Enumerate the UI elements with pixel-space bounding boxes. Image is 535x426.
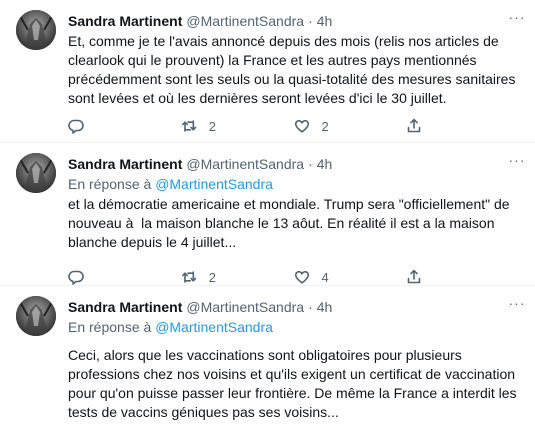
like-button[interactable]: 4: [294, 269, 407, 285]
tweet[interactable]: ··· Sandra Martinent @MartinentSandra · …: [0, 143, 535, 286]
reply-to-mention-link[interactable]: @MartinentSandra: [155, 319, 273, 335]
tweet-header: Sandra Martinent @MartinentSandra · 4h: [68, 12, 519, 30]
reply-to-label: En réponse à: [68, 176, 152, 192]
tweet-text: Et, comme je te l'avais annoncé depuis d…: [68, 33, 520, 106]
tweet-header: Sandra Martinent @MartinentSandra · 4h: [68, 298, 519, 316]
share-button[interactable]: [406, 118, 519, 134]
avatar-image: [16, 296, 56, 336]
tweet-text: et la démocratie americaine et mondiale.…: [68, 196, 514, 250]
share-icon: [407, 269, 421, 284]
tweet-header: Sandra Martinent @MartinentSandra · 4h: [68, 155, 519, 173]
avatar[interactable]: [16, 296, 56, 336]
tweet-body: Sandra Martinent @MartinentSandra · 4h E…: [68, 155, 519, 285]
separator-dot: ·: [308, 299, 313, 315]
author-handle[interactable]: @MartinentSandra: [186, 298, 304, 316]
tweet-actions: 2 4: [68, 267, 519, 287]
retweet-button[interactable]: 2: [181, 118, 294, 134]
like-count: 4: [321, 269, 329, 285]
retweet-count: 2: [208, 118, 216, 134]
reply-to-label: En réponse à: [68, 319, 152, 335]
heart-icon: [294, 270, 309, 284]
tweet-body: Sandra Martinent @MartinentSandra · 4h E…: [68, 12, 520, 134]
retweet-icon: [181, 271, 197, 283]
reply-context: En réponse à @MartinentSandra: [68, 318, 519, 336]
like-count: 2: [321, 118, 329, 134]
reply-icon: [68, 119, 84, 134]
heart-icon: [294, 119, 309, 133]
reply-icon: [68, 270, 84, 285]
separator-dot: ·: [308, 13, 313, 29]
tweet-body: Sandra Martinent @MartinentSandra · 4h E…: [68, 298, 519, 422]
author-handle[interactable]: @MartinentSandra: [186, 155, 304, 173]
like-button[interactable]: 2: [294, 118, 407, 134]
avatar-image: [16, 153, 56, 193]
retweet-count: 2: [208, 269, 216, 285]
timestamp[interactable]: 4h: [317, 298, 333, 316]
retweet-icon: [181, 120, 197, 132]
reply-button[interactable]: [68, 118, 181, 134]
avatar-image: [16, 10, 56, 50]
avatar[interactable]: [16, 10, 56, 50]
avatar[interactable]: [16, 153, 56, 193]
reply-to-mention-link[interactable]: @MartinentSandra: [155, 176, 273, 192]
share-icon: [407, 118, 421, 133]
author-name[interactable]: Sandra Martinent: [68, 155, 182, 173]
separator-dot: ·: [308, 156, 313, 172]
retweet-button[interactable]: 2: [181, 269, 294, 285]
reply-context: En réponse à @MartinentSandra: [68, 175, 519, 193]
timestamp[interactable]: 4h: [317, 155, 333, 173]
tweet-feed: · · · Sandra Martinent @MartinentSandra · …: [0, 0, 535, 426]
author-handle[interactable]: @MartinentSandra: [186, 12, 304, 30]
author-name[interactable]: Sandra Martinent: [68, 298, 182, 316]
author-name[interactable]: Sandra Martinent: [68, 12, 182, 30]
tweet[interactable]: ··· Sandra Martinent @MartinentSandra · …: [0, 286, 535, 426]
timestamp[interactable]: 4h: [317, 12, 333, 30]
share-button[interactable]: [406, 269, 519, 285]
tweet[interactable]: ··· Sandra Martinent @MartinentSandra · …: [0, 0, 535, 143]
reply-button[interactable]: [68, 269, 181, 285]
tweet-text: Ceci, alors que les vaccinations sont ob…: [68, 347, 521, 420]
tweet-actions: 2 2: [68, 116, 519, 136]
